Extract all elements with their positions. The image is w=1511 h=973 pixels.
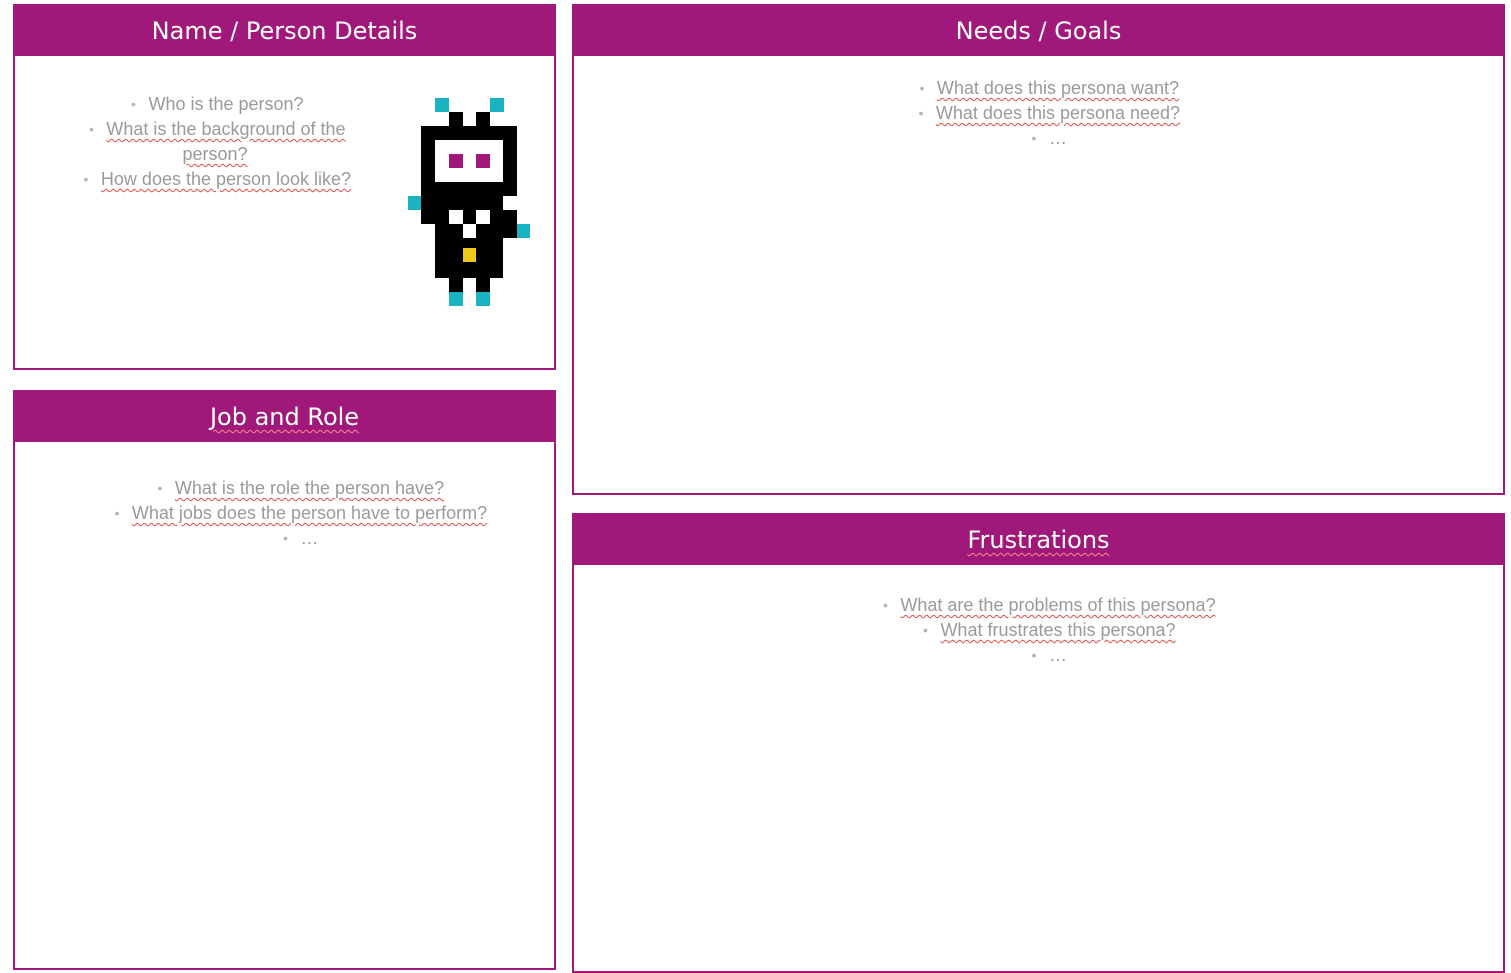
bullet-list: What does this persona want? What does t…	[574, 76, 1511, 151]
panel-title: Frustrations	[574, 515, 1503, 565]
bullet-list: What is the role the person have? What j…	[15, 476, 582, 551]
list-item-text: …	[1049, 128, 1067, 148]
list-item: What jobs does the person have to perfor…	[15, 501, 582, 526]
panel-job-and-role: Job and Role What is the role the person…	[13, 390, 556, 970]
list-item: What does this persona need?	[574, 101, 1511, 126]
list-item-text: Who is the person?	[148, 94, 304, 114]
list-item-text: What is the role the person have?	[174, 478, 445, 498]
panel-needs-goals: Needs / Goals What does this persona wan…	[572, 4, 1505, 495]
panel-title: Needs / Goals	[574, 6, 1503, 56]
list-item: What is the background of the person?	[55, 117, 375, 167]
bullet-list: What are the problems of this persona? W…	[574, 593, 1511, 668]
list-item: What frustrates this persona?	[574, 618, 1511, 643]
list-item: What are the problems of this persona?	[574, 593, 1511, 618]
panel-title-text: Frustrations	[967, 526, 1110, 554]
list-item-text: What is the background of the person?	[106, 119, 346, 164]
pixel-robot-icon	[408, 98, 530, 306]
list-item: Who is the person?	[55, 92, 375, 117]
list-item: What does this persona want?	[574, 76, 1511, 101]
list-item-text: What jobs does the person have to perfor…	[131, 503, 488, 523]
list-item-text: What does this persona need?	[935, 103, 1181, 123]
list-item: …	[15, 526, 582, 551]
panel-name-person-details: Name / Person Details Who is the person?…	[13, 4, 556, 370]
bullet-list: Who is the person? What is the backgroun…	[55, 92, 375, 192]
list-item: …	[574, 126, 1511, 151]
list-item-text: What frustrates this persona?	[940, 620, 1176, 640]
panel-frustrations: Frustrations What are the problems of th…	[572, 513, 1505, 973]
panel-title: Job and Role	[15, 392, 554, 442]
list-item-text: …	[300, 528, 319, 548]
list-item-text: What does this persona want?	[936, 78, 1180, 98]
list-item: What is the role the person have?	[15, 476, 582, 501]
list-item-text: …	[1049, 645, 1067, 665]
panel-title: Name / Person Details	[15, 6, 554, 56]
list-item: How does the person look like?	[55, 167, 375, 192]
list-item: …	[574, 643, 1511, 668]
list-item-text: What are the problems of this persona?	[900, 595, 1216, 615]
panel-title-text: Job and Role	[209, 403, 360, 431]
list-item-text: How does the person look like?	[100, 169, 352, 189]
